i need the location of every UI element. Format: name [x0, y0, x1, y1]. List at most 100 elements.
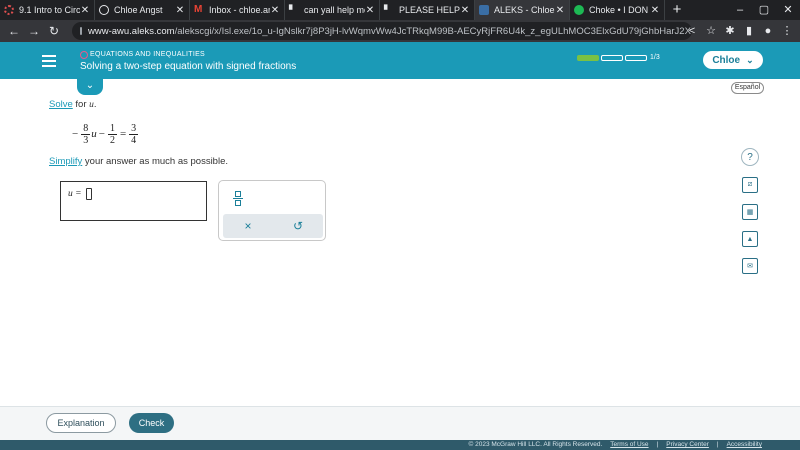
browser-menu-icon[interactable]: ⋮ — [779, 20, 795, 42]
clear-button[interactable]: × — [223, 214, 273, 238]
browser-tab-strip: 9.1 Intro to Circles ✕ Chloe Angst ✕ M I… — [0, 0, 800, 20]
reload-icon[interactable]: ↻ — [44, 24, 64, 38]
numerator: 1 — [109, 122, 115, 134]
equation: − 8 3 u − 1 2 = 3 4 — [70, 120, 139, 148]
site-info-icon[interactable] — [80, 27, 82, 35]
progress-segment — [625, 55, 647, 61]
collapse-header-button[interactable]: ⌄ — [77, 79, 103, 95]
undo-button[interactable]: ↺ — [273, 214, 323, 238]
brainly-icon: ▘ — [384, 5, 391, 15]
instruction-line: Solve for u. — [49, 99, 97, 110]
minimize-icon[interactable]: – — [728, 0, 752, 20]
tab-title: can yall help me w — [304, 5, 365, 15]
tab-title: 9.1 Intro to Circles — [19, 5, 80, 15]
close-tab-icon[interactable]: ✕ — [175, 5, 185, 16]
minus-sign: − — [98, 128, 105, 140]
simplify-link[interactable]: Simplify — [49, 156, 82, 167]
browser-tab[interactable]: ▘ PLEASE HELP AN ✕ — [380, 0, 475, 20]
progress-bar — [577, 55, 647, 61]
copyright-text: © 2023 McGraw Hill LLC. All Rights Reser… — [468, 441, 603, 448]
link-icon — [99, 5, 109, 15]
tab-title: PLEASE HELP AN — [399, 5, 460, 15]
denominator: 4 — [131, 134, 137, 146]
back-arrow-icon[interactable]: ← — [4, 24, 24, 38]
maximize-icon[interactable]: ▢ — [752, 0, 776, 20]
browser-tab[interactable]: 9.1 Intro to Circles ✕ — [0, 0, 95, 20]
circle-logo-icon — [4, 5, 14, 15]
calculator-icon[interactable]: ▦ — [742, 204, 758, 220]
tab-title: ALEKS - Chloe Angst — [494, 5, 555, 15]
mail-icon[interactable]: ✉ — [742, 258, 758, 274]
profile-icon[interactable]: ● — [760, 20, 776, 42]
aleks-icon — [479, 5, 489, 15]
brainly-icon: ▘ — [289, 5, 296, 15]
fraction-constant: 1 2 — [107, 122, 117, 146]
browser-tab[interactable]: M Inbox - chloe.angst ✕ — [190, 0, 285, 20]
user-name: Chloe — [712, 54, 741, 66]
close-tab-icon[interactable]: ✕ — [650, 5, 660, 16]
denominator: 3 — [83, 134, 89, 146]
user-menu-button[interactable]: Chloe ⌄ — [703, 51, 763, 69]
progress-segment — [577, 55, 599, 61]
answer-input[interactable] — [86, 188, 92, 200]
forward-arrow-icon[interactable]: → — [24, 24, 44, 38]
fraction-bar — [233, 197, 243, 199]
check-button[interactable]: Check — [129, 413, 174, 433]
page-title: Solving a two-step equation with signed … — [80, 61, 297, 72]
progress-count: 1/3 — [650, 54, 660, 61]
tab-title: Choke • I DON — [589, 5, 649, 15]
divider: | — [656, 441, 659, 448]
minus-sign: − — [72, 128, 79, 140]
tab-title: Inbox - chloe.angst — [209, 5, 270, 15]
instruction-text: for — [75, 99, 87, 110]
answer-area[interactable]: u = — [60, 181, 207, 221]
period: . — [93, 99, 97, 110]
simplify-line: Simplify your answer as much as possible… — [49, 156, 228, 167]
side-panel-icon[interactable]: ▮ — [741, 20, 757, 42]
bookmark-star-icon[interactable]: ☆ — [703, 20, 719, 42]
tab-title: Chloe Angst — [114, 5, 163, 15]
divider: | — [716, 441, 719, 448]
math-keypad: × ↺ — [218, 180, 326, 241]
image-icon[interactable]: ▲ — [742, 231, 758, 247]
url-host: www-awu.aleks.com — [88, 25, 175, 37]
calculator-off-icon[interactable]: ⧄ — [742, 177, 758, 193]
help-button[interactable]: ? — [741, 148, 759, 166]
solve-link[interactable]: Solve — [49, 99, 73, 110]
browser-tab[interactable]: Chloe Angst ✕ — [95, 0, 190, 20]
browser-tab[interactable]: Choke • I DON ✕ — [570, 0, 665, 20]
close-tab-icon[interactable]: ✕ — [555, 5, 565, 16]
privacy-link[interactable]: Privacy Center — [666, 440, 709, 450]
terms-link[interactable]: Terms of Use — [610, 440, 648, 450]
close-window-icon[interactable]: ✕ — [776, 0, 800, 20]
topic-status-icon — [80, 51, 88, 59]
close-tab-icon[interactable]: ✕ — [80, 5, 90, 16]
accessibility-link[interactable]: Accessibility — [727, 440, 762, 450]
browser-tab-active[interactable]: ALEKS - Chloe Angst ✕ — [475, 0, 570, 20]
address-bar[interactable]: www-awu.aleks.com /alekscgi/x/Isl.exe/1o… — [72, 22, 692, 40]
close-tab-icon[interactable]: ✕ — [270, 5, 280, 16]
hamburger-menu-icon[interactable] — [42, 55, 56, 70]
gmail-icon: M — [194, 4, 203, 15]
copyright-bar: © 2023 McGraw Hill LLC. All Rights Reser… — [0, 440, 800, 450]
browser-toolbar: ← → ↻ www-awu.aleks.com /alekscgi/x/Isl.… — [0, 20, 800, 42]
fraction-icon — [235, 190, 241, 197]
extensions-icon[interactable]: ✱ — [722, 20, 738, 42]
browser-tab[interactable]: ▘ can yall help me w ✕ — [285, 0, 380, 20]
language-toggle-button[interactable]: Español — [731, 82, 764, 94]
numerator: 8 — [83, 122, 89, 134]
topic-label: EQUATIONS AND INEQUALITIES — [90, 51, 206, 58]
close-tab-icon[interactable]: ✕ — [365, 5, 375, 16]
fraction-rhs: 3 4 — [129, 123, 139, 146]
fraction-button[interactable] — [231, 188, 245, 208]
share-icon[interactable]: < — [684, 20, 700, 42]
answer-label: u = — [68, 189, 82, 199]
chevron-down-icon: ⌄ — [746, 54, 754, 65]
variable-symbol: u — [91, 128, 97, 140]
explanation-button[interactable]: Explanation — [46, 413, 116, 433]
denominator: 2 — [109, 134, 115, 146]
url-path: /alekscgi/x/Isl.exe/1o_u-IgNslkr7j8P3jH-… — [174, 25, 692, 37]
new-tab-button[interactable]: + — [665, 0, 689, 20]
chevron-down-icon: ⌄ — [85, 80, 95, 91]
close-tab-icon[interactable]: ✕ — [460, 5, 470, 16]
